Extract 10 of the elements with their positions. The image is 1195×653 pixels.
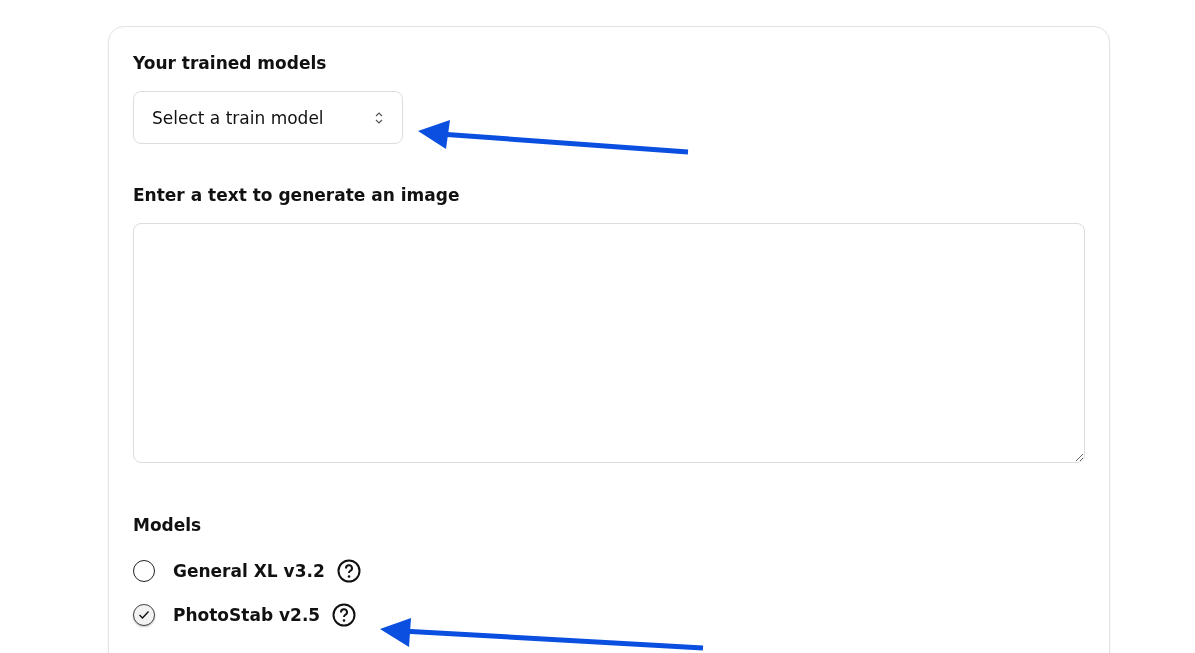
radio-button[interactable] [133,604,155,626]
field-label: Your trained models [133,52,327,75]
model-select[interactable]: Select a train model [133,91,403,144]
help-icon[interactable] [336,559,361,583]
option-label: PhotoStab v2.5 [173,605,321,625]
help-icon[interactable] [332,603,357,627]
option-label: General XL v3.2 [173,561,325,581]
field-label: Enter a text to generate an image [133,184,460,207]
section-label: Models [133,514,202,537]
check-icon [138,610,150,620]
